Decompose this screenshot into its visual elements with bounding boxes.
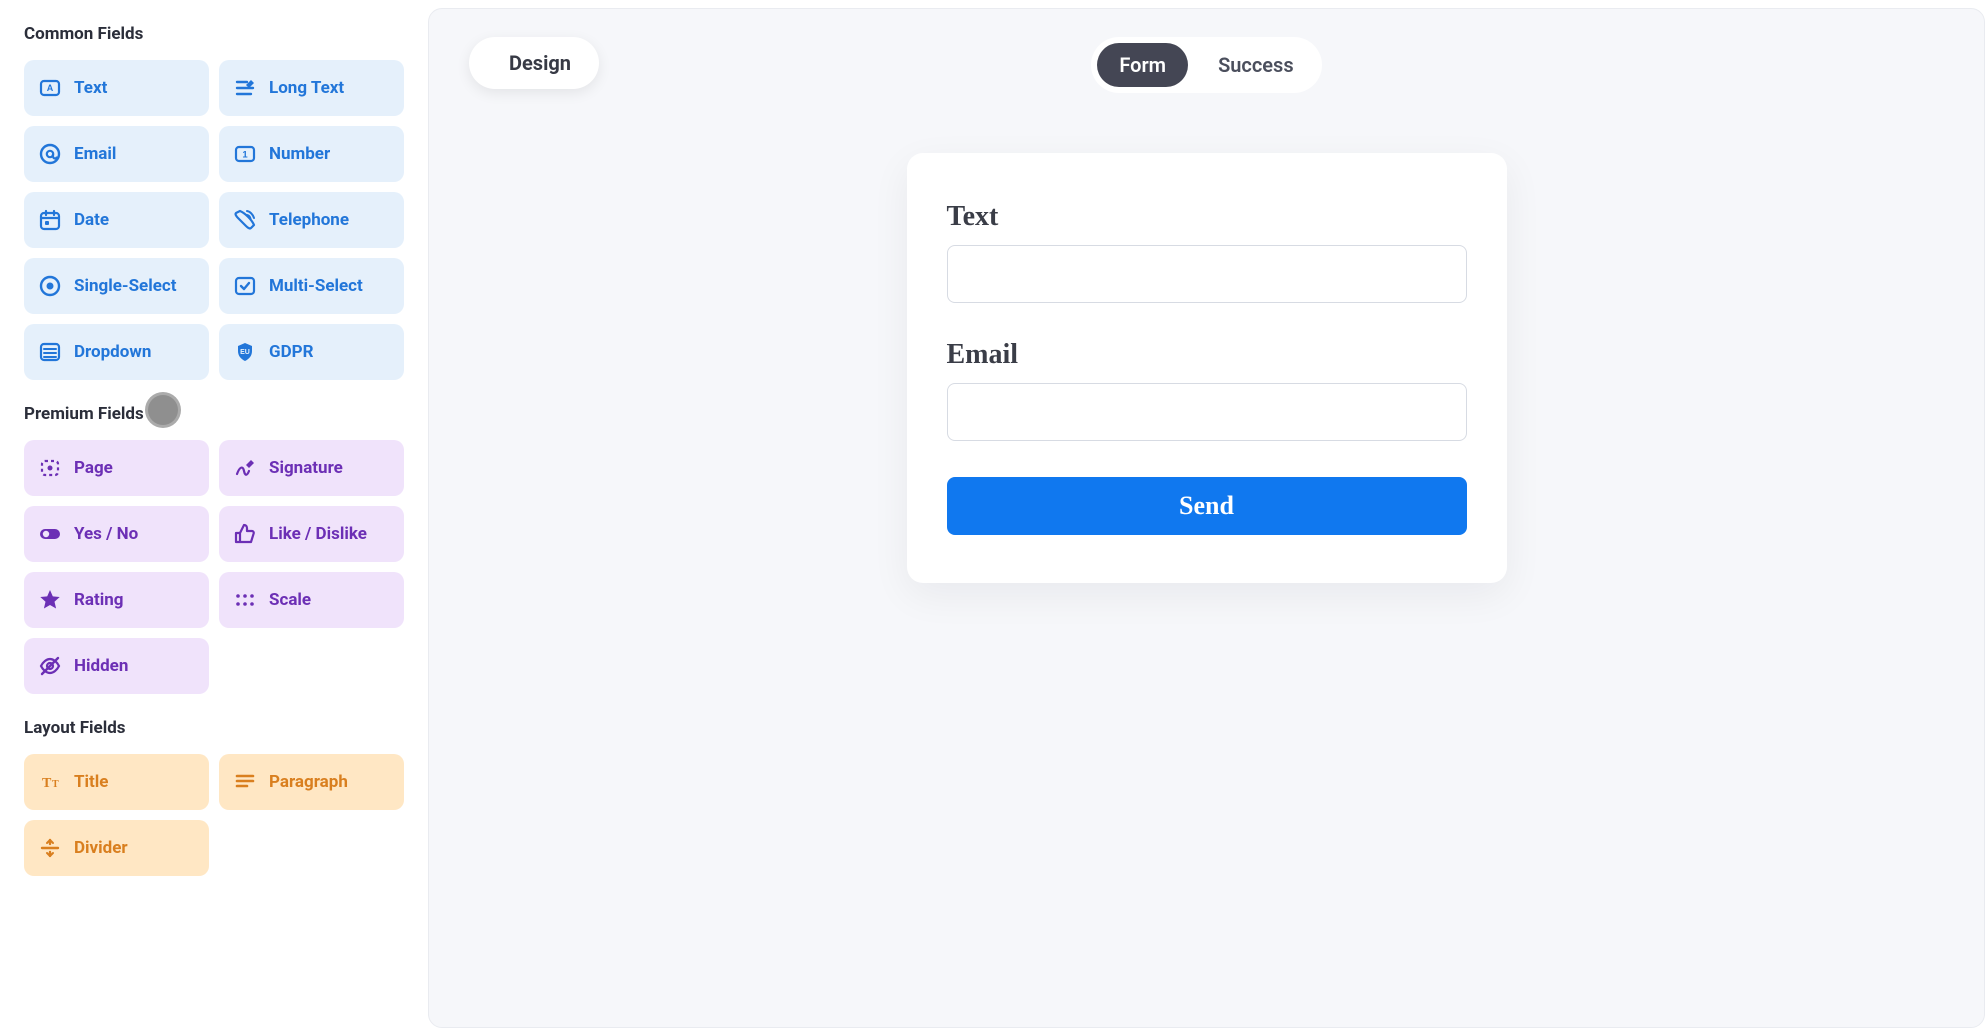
common-fields-header: Common Fields: [24, 24, 404, 44]
field-yesno[interactable]: Yes / No: [24, 506, 209, 562]
form-card: Text Email Send: [907, 153, 1507, 583]
premium-fields-grid: Page Signature Yes / No Like / Dislike Ratin…: [24, 440, 404, 694]
field-label: Single-Select: [74, 276, 177, 296]
field-hidden[interactable]: Hidden: [24, 638, 209, 694]
top-controls: Design Form Success: [469, 37, 1944, 93]
design-button-label: Design: [509, 51, 571, 75]
field-scale[interactable]: Scale: [219, 572, 404, 628]
field-label: Telephone: [269, 210, 349, 230]
single-icon: [38, 274, 62, 298]
rating-icon: [38, 588, 62, 612]
field-label: Dropdown: [74, 342, 151, 362]
field-label: Date: [74, 210, 109, 230]
field-label: Signature: [269, 458, 343, 478]
hidden-icon: [38, 654, 62, 678]
field-divider[interactable]: Divider: [24, 820, 209, 876]
field-label: Scale: [269, 590, 311, 610]
field-telephone[interactable]: Telephone: [219, 192, 404, 248]
form-label-email: Email: [947, 339, 1467, 371]
field-label: Multi-Select: [269, 276, 363, 296]
field-title[interactable]: Title: [24, 754, 209, 810]
field-label: Long Text: [269, 78, 344, 98]
page-icon: [38, 456, 62, 480]
field-label: Paragraph: [269, 772, 348, 792]
field-label: Email: [74, 144, 116, 164]
field-longtext[interactable]: Long Text: [219, 60, 404, 116]
paragraph-icon: [233, 770, 257, 794]
field-label: Yes / No: [74, 524, 138, 544]
premium-fields-header: Premium Fields: [24, 404, 404, 424]
form-field-text: Text: [947, 201, 1467, 339]
multi-icon: [233, 274, 257, 298]
likedislike-icon: [233, 522, 257, 546]
form-input-text[interactable]: [947, 245, 1467, 303]
field-label: Rating: [74, 590, 123, 610]
field-label: Number: [269, 144, 330, 164]
number-icon: [233, 142, 257, 166]
text-icon: [38, 76, 62, 100]
field-date[interactable]: Date: [24, 192, 209, 248]
sidebar: Common Fields Text Long Text Email Number Da…: [0, 0, 428, 1028]
field-dropdown[interactable]: Dropdown: [24, 324, 209, 380]
field-label: Like / Dislike: [269, 524, 367, 544]
layout-fields-grid: Title Paragraph Divider: [24, 754, 404, 876]
divider-icon: [38, 836, 62, 860]
field-label: Title: [74, 772, 108, 792]
canvas-area: Design Form Success Text Email Send: [428, 8, 1985, 1028]
date-icon: [38, 208, 62, 232]
field-gdpr[interactable]: GDPR: [219, 324, 404, 380]
tab-switch: Form Success: [1091, 37, 1321, 93]
form-input-email[interactable]: [947, 383, 1467, 441]
form-field-email: Email: [947, 339, 1467, 477]
field-rating[interactable]: Rating: [24, 572, 209, 628]
email-icon: [38, 142, 62, 166]
yesno-icon: [38, 522, 62, 546]
tab-form[interactable]: Form: [1097, 43, 1188, 87]
title-icon: [38, 770, 62, 794]
submit-button[interactable]: Send: [947, 477, 1467, 535]
layout-fields-header: Layout Fields: [24, 718, 404, 738]
form-label-text: Text: [947, 201, 1467, 233]
field-likedislike[interactable]: Like / Dislike: [219, 506, 404, 562]
field-single[interactable]: Single-Select: [24, 258, 209, 314]
field-number[interactable]: Number: [219, 126, 404, 182]
tab-success[interactable]: Success: [1196, 43, 1316, 87]
field-page[interactable]: Page: [24, 440, 209, 496]
field-label: Page: [74, 458, 113, 478]
field-signature[interactable]: Signature: [219, 440, 404, 496]
common-fields-grid: Text Long Text Email Number Date Telephone Sin…: [24, 60, 404, 380]
longtext-icon: [233, 76, 257, 100]
dropdown-icon: [38, 340, 62, 364]
gdpr-icon: [233, 340, 257, 364]
cursor-indicator-icon: [145, 392, 181, 428]
field-paragraph[interactable]: Paragraph: [219, 754, 404, 810]
design-button[interactable]: Design: [469, 37, 599, 89]
field-label: GDPR: [269, 342, 313, 362]
field-label: Text: [74, 78, 107, 98]
field-multi[interactable]: Multi-Select: [219, 258, 404, 314]
telephone-icon: [233, 208, 257, 232]
field-label: Hidden: [74, 656, 128, 676]
field-text[interactable]: Text: [24, 60, 209, 116]
field-email[interactable]: Email: [24, 126, 209, 182]
signature-icon: [233, 456, 257, 480]
scale-icon: [233, 588, 257, 612]
field-label: Divider: [74, 838, 128, 858]
